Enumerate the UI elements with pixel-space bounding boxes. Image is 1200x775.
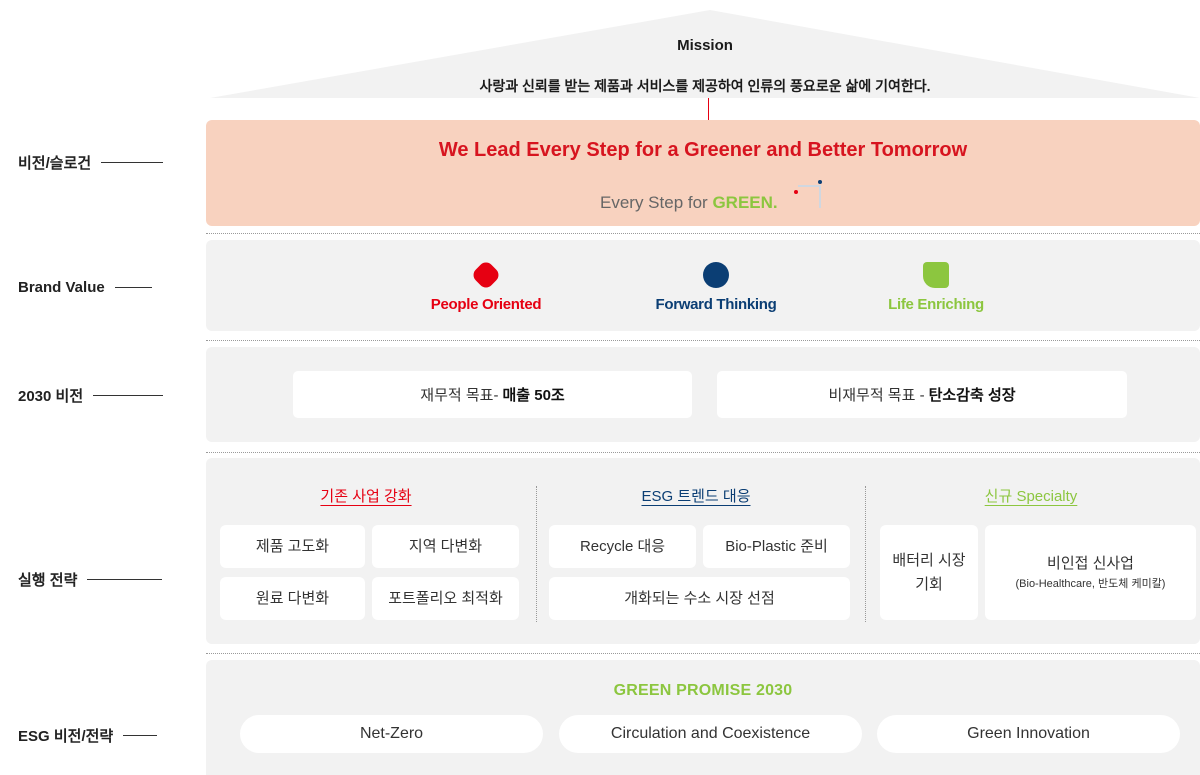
financial-goal-value: 매출 50조 bbox=[502, 387, 565, 404]
nonfinancial-goal-box: 비재무적 목표 - 탄소감축 성장 bbox=[717, 371, 1127, 418]
green-promise-title: GREEN PROMISE 2030 bbox=[613, 682, 793, 699]
roof-connector-line bbox=[708, 98, 709, 120]
strategy-item: Recycle 대응 bbox=[549, 525, 696, 568]
row-label-line bbox=[101, 162, 164, 163]
strategy-item: 개화되는 수소 시장 선점 bbox=[549, 577, 850, 620]
divider bbox=[206, 653, 1200, 654]
brand-value-forward: Forward Thinking bbox=[616, 262, 816, 313]
financial-goal-prefix: 재무적 목표- bbox=[420, 387, 499, 404]
column-separator bbox=[865, 486, 866, 622]
financial-goal-box: 재무적 목표- 매출 50조 bbox=[293, 371, 692, 418]
vision-2030-band: 재무적 목표- 매출 50조 비재무적 목표 - 탄소감축 성장 bbox=[206, 347, 1200, 442]
row-label-2030: 2030 비전 bbox=[18, 385, 164, 406]
row-label-esg-text: ESG 비전/전략 bbox=[18, 728, 114, 745]
strategy-column-title: ESG 트렌드 대응 bbox=[641, 488, 751, 505]
strategy-item: Bio-Plastic 준비 bbox=[703, 525, 850, 568]
row-label-esg: ESG 비전/전략 bbox=[18, 725, 158, 746]
tagline-step-icon bbox=[794, 180, 822, 208]
brand-value-band: People Oriented Forward Thinking Life En… bbox=[206, 240, 1200, 331]
green-leaf-icon bbox=[923, 262, 949, 288]
strategy-item-label: 비인접 신사업 bbox=[1047, 554, 1134, 572]
strategy-item: 포트폴리오 최적화 bbox=[372, 577, 519, 620]
strategy-item-new-business: 비인접 신사업 (Bio-Healthcare, 반도체 케미칼) bbox=[985, 525, 1196, 620]
divider bbox=[206, 452, 1200, 453]
brand-value-label: People Oriented bbox=[430, 296, 542, 313]
row-label-vision-text: 비전/슬로건 bbox=[18, 155, 92, 172]
strategy-column-title: 기존 사업 강화 bbox=[320, 488, 412, 505]
mission-roof: Mission 사랑과 신뢰를 받는 제품과 서비스를 제공하여 인류의 풍요로… bbox=[210, 10, 1200, 98]
strategy-item: 지역 다변화 bbox=[372, 525, 519, 568]
strategy-column-title: 신규 Specialty bbox=[984, 488, 1078, 505]
row-label-strategy: 실행 전략 bbox=[18, 569, 163, 590]
brand-value-label: Life Enriching bbox=[888, 296, 984, 313]
vision-slogan: We Lead Every Step for a Greener and Bet… bbox=[438, 139, 968, 161]
tagline-green: GREEN. bbox=[712, 193, 778, 212]
nonfinancial-goal-prefix: 비재무적 목표 - bbox=[828, 387, 925, 404]
esg-item: Green Innovation bbox=[877, 715, 1180, 753]
esg-item: Net-Zero bbox=[240, 715, 543, 753]
tagline-prefix: Every Step for bbox=[600, 193, 713, 212]
esg-band: GREEN PROMISE 2030 Net-Zero Circulation … bbox=[206, 660, 1200, 775]
row-label-line bbox=[114, 287, 152, 288]
esg-item: Circulation and Coexistence bbox=[559, 715, 862, 753]
row-label-line bbox=[123, 735, 158, 736]
brand-value-people: People Oriented bbox=[386, 259, 586, 313]
red-diamond-icon bbox=[470, 259, 502, 291]
slogan-tagline: Every Step for GREEN. bbox=[600, 193, 778, 213]
mission-statement: 사랑과 신뢰를 받는 제품과 서비스를 제공하여 인류의 풍요로운 삶에 기여한… bbox=[479, 78, 931, 94]
brand-value-life: Life Enriching bbox=[836, 262, 1036, 313]
row-label-line bbox=[93, 395, 164, 396]
strategy-band: 기존 사업 강화 제품 고도화 지역 다변화 원료 다변화 포트폴리오 최적화 … bbox=[206, 458, 1200, 644]
row-label-strategy-text: 실행 전략 bbox=[18, 572, 78, 589]
nonfinancial-goal-value: 탄소감축 성장 bbox=[928, 387, 1016, 404]
divider bbox=[206, 340, 1200, 341]
row-label-line bbox=[87, 579, 163, 580]
row-label-vision: 비전/슬로건 bbox=[18, 152, 164, 173]
strategy-item: 제품 고도화 bbox=[220, 525, 365, 568]
mission-title: Mission bbox=[677, 37, 733, 54]
blue-circle-icon bbox=[703, 262, 729, 288]
divider bbox=[206, 233, 1200, 234]
row-label-2030-text: 2030 비전 bbox=[18, 388, 84, 405]
strategy-item: 배터리 시장 기회 bbox=[880, 525, 978, 620]
strategy-item: 원료 다변화 bbox=[220, 577, 365, 620]
brand-value-label: Forward Thinking bbox=[655, 296, 777, 313]
column-separator bbox=[536, 486, 537, 622]
strategy-item-note: (Bio-Healthcare, 반도체 케미칼) bbox=[1015, 577, 1166, 590]
row-label-brand-value-text: Brand Value bbox=[18, 279, 105, 296]
row-label-brand-value: Brand Value bbox=[18, 279, 152, 296]
